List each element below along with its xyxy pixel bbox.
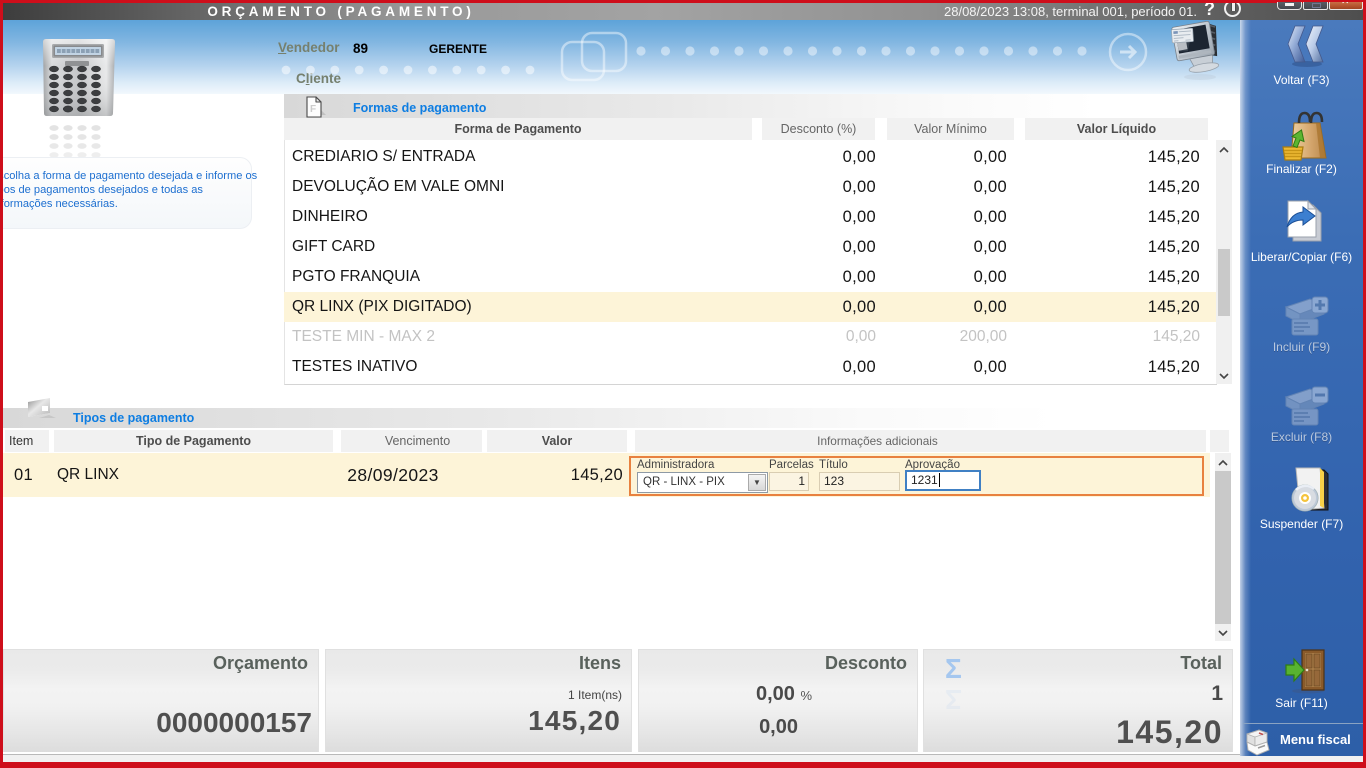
svg-text:F: F [310, 104, 316, 115]
